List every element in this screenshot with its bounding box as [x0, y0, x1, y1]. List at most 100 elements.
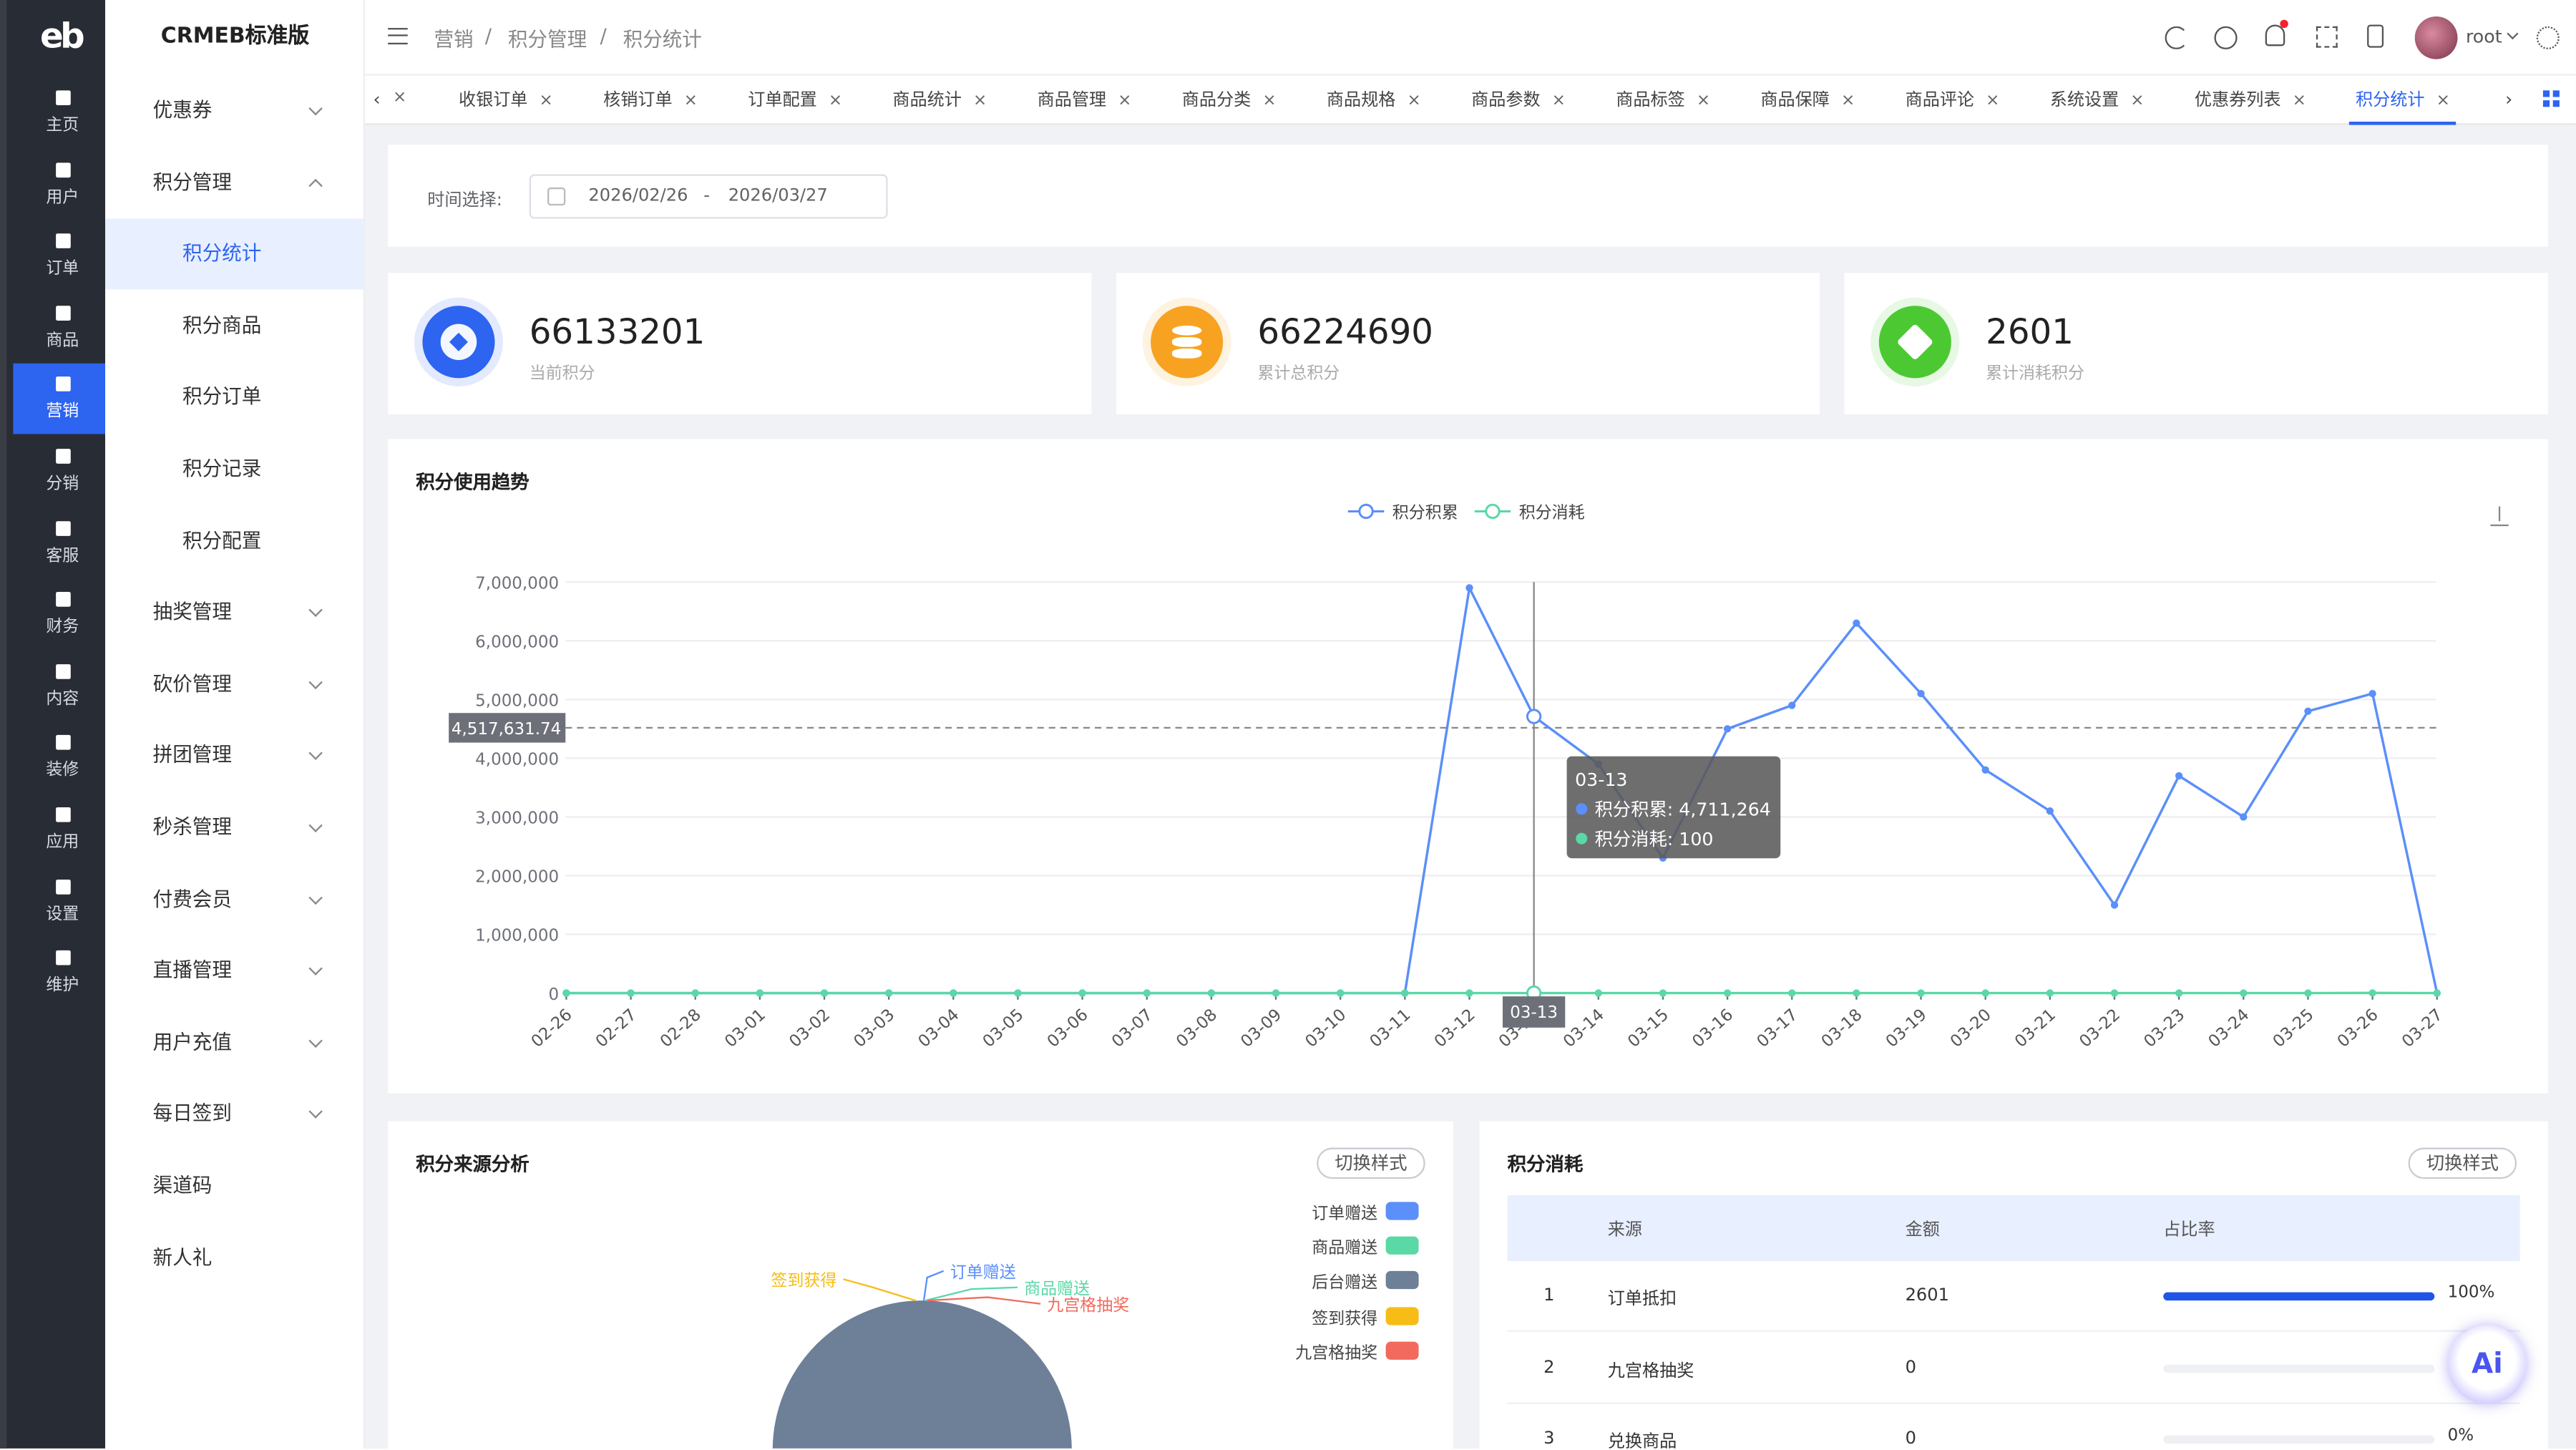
close-icon[interactable]: × — [1986, 92, 1999, 110]
tab-item[interactable]: 商品规格 × — [1327, 76, 1421, 125]
tab-item[interactable]: 优惠券列表 × — [2195, 76, 2306, 125]
submenu-item[interactable]: 抽奖管理 — [105, 578, 364, 648]
tab-item[interactable]: 商品标签 × — [1616, 76, 1710, 125]
submenu-item[interactable]: 秒杀管理 — [105, 792, 364, 863]
username[interactable]: root — [2466, 26, 2502, 48]
close-icon[interactable]: × — [1552, 92, 1566, 110]
tabs-grid-icon[interactable] — [2542, 90, 2560, 107]
rail-item-0[interactable]: 主页 — [13, 77, 112, 148]
app-logo[interactable]: eb — [36, 16, 86, 59]
submenu-item[interactable]: 积分统计 — [105, 218, 364, 290]
rail-item-1[interactable]: 用户 — [13, 149, 112, 220]
gear-icon[interactable] — [2536, 26, 2560, 49]
tabs-scroll-left-icon[interactable]: ‹ — [373, 89, 380, 110]
submenu-item[interactable]: 积分订单 — [105, 362, 364, 433]
date-end[interactable]: 2026/03/27 — [728, 186, 828, 206]
submenu-item[interactable]: 渠道码 — [105, 1151, 364, 1222]
rail-item-9[interactable]: 装修 — [13, 722, 112, 793]
submenu-item[interactable]: 直播管理 — [105, 936, 364, 1007]
close-icon[interactable]: × — [2293, 92, 2306, 110]
breadcrumb-item[interactable]: 营销 — [434, 24, 473, 52]
submenu-item[interactable]: 砍价管理 — [105, 649, 364, 720]
avatar[interactable] — [2414, 16, 2458, 59]
data-point — [2175, 989, 2183, 997]
submenu-item[interactable]: 积分商品 — [105, 291, 364, 361]
source-pie-chart[interactable]: 签到获得 订单赠送商品赠送九宫格抽奖 — [388, 1121, 1453, 1449]
close-icon[interactable]: × — [540, 92, 553, 110]
chevron-down-icon[interactable] — [2507, 27, 2519, 40]
trend-chart[interactable]: 积分积累 积分消耗 0 1,000,000 2,000,000 3,000,000 4,00… — [388, 439, 2548, 1093]
submenu-item[interactable]: 积分记录 — [105, 434, 364, 505]
data-point — [1723, 725, 1732, 733]
close-icon[interactable]: × — [829, 92, 842, 110]
tab-item[interactable]: 商品参数 × — [1471, 76, 1566, 125]
source-legend-swatch[interactable] — [1385, 1202, 1419, 1220]
rail-item-11[interactable]: 设置 — [13, 866, 112, 937]
y-tick-label: 1,000,000 — [475, 927, 559, 945]
tab-item[interactable]: 商品管理 × — [1038, 76, 1132, 125]
rail-item-4[interactable]: 营销 — [13, 364, 112, 435]
chart-tooltip: 03-13 积分积累: 4,711,264 积分消耗: 100 — [1566, 756, 1781, 859]
submenu-item[interactable]: 付费会员 — [105, 864, 364, 935]
tab-item[interactable]: 商品统计 × — [892, 76, 987, 125]
source-legend-swatch[interactable] — [1385, 1306, 1419, 1325]
submenu-item[interactable]: 用户充值 — [105, 1008, 364, 1079]
bell-icon[interactable] — [2265, 24, 2285, 47]
submenu-item[interactable]: 新人礼 — [105, 1222, 364, 1293]
rail-item-8[interactable]: 内容 — [13, 651, 112, 721]
source-legend-swatch[interactable] — [1385, 1237, 1419, 1255]
switch-style-button[interactable]: 切换样式 — [2408, 1147, 2517, 1179]
close-icon[interactable]: × — [1697, 92, 1710, 110]
x-tick-label: 03-27 — [2399, 1006, 2446, 1051]
rail-item-10[interactable]: 应用 — [13, 794, 112, 865]
chevron-down-icon — [308, 1033, 323, 1048]
submenu-item[interactable]: 优惠券 — [105, 76, 364, 147]
close-icon[interactable]: × — [1118, 92, 1131, 110]
close-icon[interactable]: × — [393, 89, 406, 107]
close-icon[interactable]: × — [973, 92, 987, 110]
tab-item[interactable]: 商品分类 × — [1182, 76, 1277, 125]
marketing-icon — [54, 376, 70, 392]
device-icon[interactable] — [2367, 24, 2384, 48]
fullscreen-icon[interactable] — [2316, 26, 2338, 48]
rail-item-3[interactable]: 商品 — [13, 292, 112, 363]
close-icon[interactable]: × — [2436, 92, 2450, 110]
close-icon[interactable]: × — [1841, 92, 1855, 110]
column-header: 来源 — [1607, 1220, 1643, 1240]
date-range-picker[interactable]: 2026/02/26 - 2026/03/27 — [529, 174, 888, 219]
rail-item-5[interactable]: 分销 — [13, 436, 112, 507]
refresh-icon[interactable] — [2165, 26, 2188, 49]
tab-item[interactable]: 收银订单 × — [459, 76, 553, 125]
source-legend-label: 商品赠送 — [1312, 1240, 1378, 1258]
ai-assistant-button[interactable]: Ai — [2447, 1325, 2527, 1404]
tab-item[interactable]: 订单配置 × — [748, 76, 842, 125]
submenu-item[interactable]: 拼团管理 — [105, 721, 364, 792]
tab-item[interactable]: 核销订单 × — [603, 76, 698, 125]
breadcrumb-item[interactable]: 积分管理 — [508, 24, 587, 52]
submenu-item[interactable]: 积分配置 — [105, 506, 364, 577]
data-point — [2046, 989, 2054, 997]
tab-item[interactable]: 商品评论 × — [1906, 76, 2000, 125]
tab-item[interactable]: 积分统计 × — [2348, 76, 2457, 125]
close-icon[interactable]: × — [1407, 92, 1420, 110]
search-icon[interactable] — [2214, 26, 2238, 49]
menu-toggle-icon[interactable] — [388, 28, 408, 45]
rail-item-12[interactable]: 维护 — [13, 938, 112, 1008]
source-legend-swatch[interactable] — [1385, 1341, 1419, 1360]
tab-label: 商品保障 — [1760, 90, 1830, 110]
tabs-scroll-right-icon[interactable]: › — [2505, 89, 2512, 110]
rail-item-6[interactable]: 客服 — [13, 507, 112, 578]
rail-item-7[interactable]: 财务 — [13, 579, 112, 650]
data-point — [2368, 989, 2376, 997]
y-tick-label: 7,000,000 — [475, 574, 559, 593]
date-start[interactable]: 2026/02/26 — [588, 186, 688, 206]
tab-item[interactable]: 系统设置 × — [2050, 76, 2145, 125]
close-icon[interactable]: × — [684, 92, 698, 110]
source-legend-swatch[interactable] — [1385, 1271, 1419, 1290]
submenu-item[interactable]: 积分管理 — [105, 147, 364, 218]
submenu-item[interactable]: 每日签到 — [105, 1079, 364, 1150]
close-icon[interactable]: × — [2130, 92, 2144, 110]
rail-item-2[interactable]: 订单 — [13, 220, 112, 291]
close-icon[interactable]: × — [1262, 92, 1276, 110]
tab-item[interactable]: 商品保障 × — [1760, 76, 1855, 125]
